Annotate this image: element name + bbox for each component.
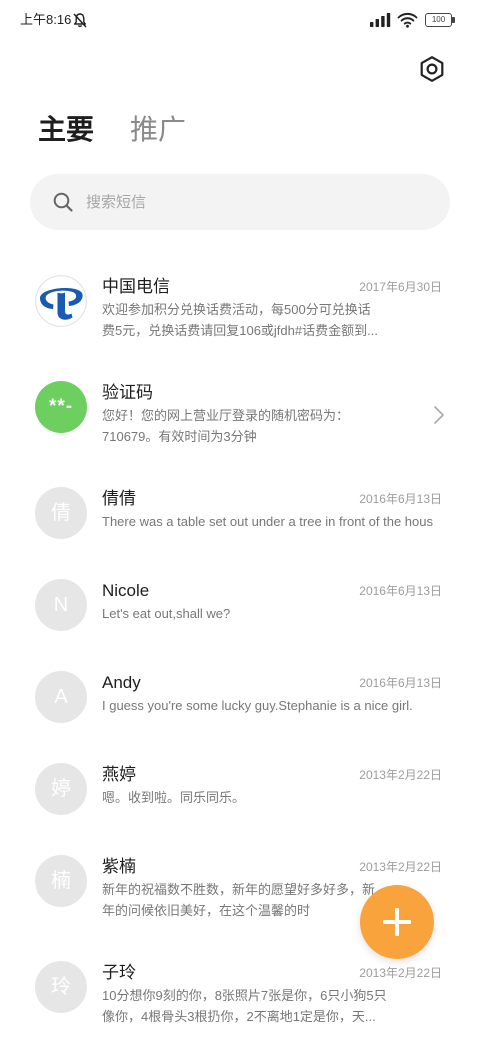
message-preview-line: 10分想你9刻的你，8张照片7张是你，6只小狗5只 [102, 988, 387, 1003]
conversation-header: 验证码 [102, 382, 400, 404]
signal-icon [370, 13, 391, 27]
mute-notification-icon [73, 13, 87, 28]
conversation-item[interactable]: 中国电信 2017年6月30日欢迎参加积分兑换话费活动，每500分可兑换话 费5元，… [0, 257, 480, 363]
conversation-item[interactable]: 婷燕婷 2013年2月22日嗯。收到啦。同乐同乐。 [0, 745, 480, 837]
status-time: 上午8:16 [20, 12, 72, 27]
message-date: 2016年6月13日 [359, 492, 442, 506]
settings-button[interactable] [418, 55, 446, 83]
search-icon [53, 192, 73, 212]
contact-name: 中国电信 [102, 277, 170, 296]
tab-primary[interactable]: 主要 [38, 112, 94, 148]
message-preview-line: 欢迎参加积分兑换话费活动，每500分可兑换话 [102, 302, 371, 317]
verification-code-avatar: **- [35, 381, 87, 433]
settings-icon [420, 56, 444, 82]
message-preview-line: Let's eat out,shall we? [102, 606, 231, 621]
message-preview: 您好！您的网上营业厅登录的随机密码为： 710679。有效时间为3分钟 [102, 405, 400, 447]
compose-button[interactable] [360, 885, 434, 959]
message-date: 2017年6月30日 [359, 280, 442, 294]
contact-name: Nicole [102, 581, 150, 600]
message-preview-line: 像你，4根骨头3根扔你，2不离地1定是你，天... [102, 1009, 376, 1024]
contact-name: 紫楠 [102, 857, 136, 876]
message-date: 2016年6月13日 [359, 584, 442, 598]
message-date: 2013年2月22日 [359, 768, 442, 782]
message-preview-line: I guess you're some lucky guy.Stephanie … [102, 698, 413, 713]
message-preview-line: 费5元，兑换话费请回复106或jfdh#话费金额到... [102, 323, 378, 338]
chevron-right-icon [434, 406, 444, 424]
conversation-item[interactable]: A Andy 2016年6月13日 I guess you're some lucky… [0, 653, 480, 745]
conversation-item[interactable]: **- 验证码您好！您的网上营业厅登录的随机密码为： 710679。有效时间为3分钟 [0, 363, 480, 469]
battery-level: 100 [431, 15, 446, 24]
message-preview-line: 嗯。收到啦。同乐同乐。 [102, 790, 246, 805]
conversation-header: 子玲 2013年2月22日 [102, 962, 442, 984]
message-date: 2013年2月22日 [359, 966, 442, 980]
search-input[interactable] [86, 174, 426, 230]
message-preview: 欢迎参加积分兑换话费活动，每500分可兑换话 费5元，兑换话费请回复106或jfd… [102, 299, 442, 341]
message-date: 2013年2月22日 [359, 860, 442, 874]
message-preview: Let's eat out,shall we? [102, 603, 442, 624]
contact-avatar: 婷 [35, 763, 87, 815]
message-preview: 10分想你9刻的你，8张照片7张是你，6只小狗5只 像你，4根骨头3根扔你，2不离… [102, 985, 442, 1027]
contact-avatar: 楠 [35, 855, 87, 907]
contact-avatar: A [35, 671, 87, 723]
contact-name: 燕婷 [102, 765, 136, 784]
tab-bar: 主要 推广 [38, 112, 238, 148]
contact-avatar: 倩 [35, 487, 87, 539]
conversation-header: 燕婷 2013年2月22日 [102, 764, 442, 786]
contact-name: 子玲 [102, 963, 136, 982]
plus-icon [383, 908, 411, 936]
contact-name: Andy [102, 673, 141, 692]
contact-avatar: N [35, 579, 87, 631]
message-preview: 嗯。收到啦。同乐同乐。 [102, 787, 442, 808]
conversation-header: 紫楠 2013年2月22日 [102, 856, 442, 878]
conversation-header: 中国电信 2017年6月30日 [102, 276, 442, 298]
conversation-header: 倩倩 2016年6月13日 [102, 488, 442, 510]
wifi-icon [397, 13, 418, 28]
message-preview-line: 710679。有效时间为3分钟 [102, 429, 257, 444]
conversation-item[interactable]: N Nicole 2016年6月13日 Let's eat out,shall we? [0, 561, 480, 653]
conversation-header: Andy 2016年6月13日 [102, 672, 442, 694]
message-preview-line: 您好！您的网上营业厅登录的随机密码为： [102, 408, 350, 423]
message-preview: There was a table set out under a tree i… [102, 511, 442, 532]
tab-promotions[interactable]: 推广 [130, 112, 186, 148]
battery-icon: 100 [425, 13, 456, 27]
contact-name: 倩倩 [102, 489, 136, 508]
message-preview-line: There was a table set out under a tree i… [102, 514, 433, 529]
message-preview: I guess you're some lucky guy.Stephanie … [102, 695, 442, 716]
search-bar[interactable] [30, 174, 450, 230]
contact-name: 验证码 [102, 383, 153, 402]
contact-avatar: 玲 [35, 961, 87, 1013]
conversation-header: Nicole 2016年6月13日 [102, 580, 442, 602]
battery-nub [452, 17, 455, 23]
status-bar: 上午8:16 100 [0, 0, 480, 40]
plus-icon-vertical [395, 908, 399, 936]
china-telecom-logo [35, 275, 87, 327]
message-date: 2016年6月13日 [359, 676, 442, 690]
conversation-item[interactable]: 倩倩倩 2016年6月13日 There was a table set out u… [0, 469, 480, 561]
